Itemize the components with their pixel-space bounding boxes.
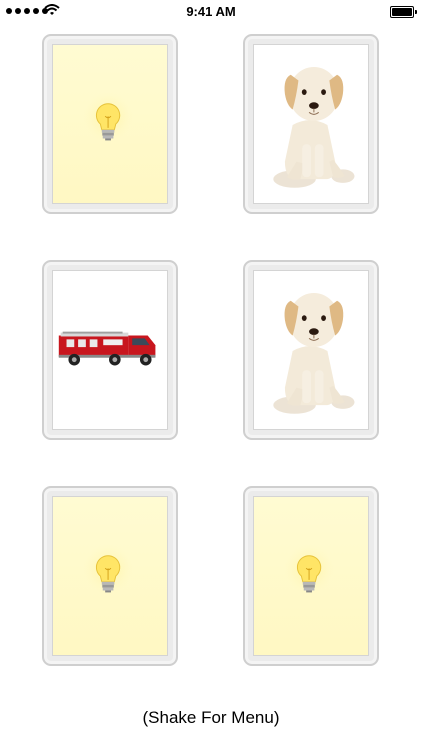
memory-card-2[interactable] — [243, 34, 379, 214]
memory-card-5[interactable] — [42, 486, 178, 666]
lightbulb-icon — [283, 544, 335, 595]
status-time: 9:41 AM — [186, 4, 236, 19]
memory-card-3[interactable] — [42, 260, 178, 440]
status-bar: 9:41 AM — [0, 0, 422, 24]
puppy-image — [273, 67, 355, 188]
memory-card-6[interactable] — [243, 486, 379, 666]
memory-card-1[interactable] — [42, 34, 178, 214]
lightbulb-icon — [82, 544, 134, 595]
memory-card-4[interactable] — [243, 260, 379, 440]
battery-icon — [390, 6, 417, 18]
fire-truck-image — [58, 331, 156, 366]
puppy-image — [273, 293, 355, 414]
shake-for-menu-hint: (Shake For Menu) — [142, 708, 280, 727]
lightbulb-icon — [82, 92, 134, 143]
